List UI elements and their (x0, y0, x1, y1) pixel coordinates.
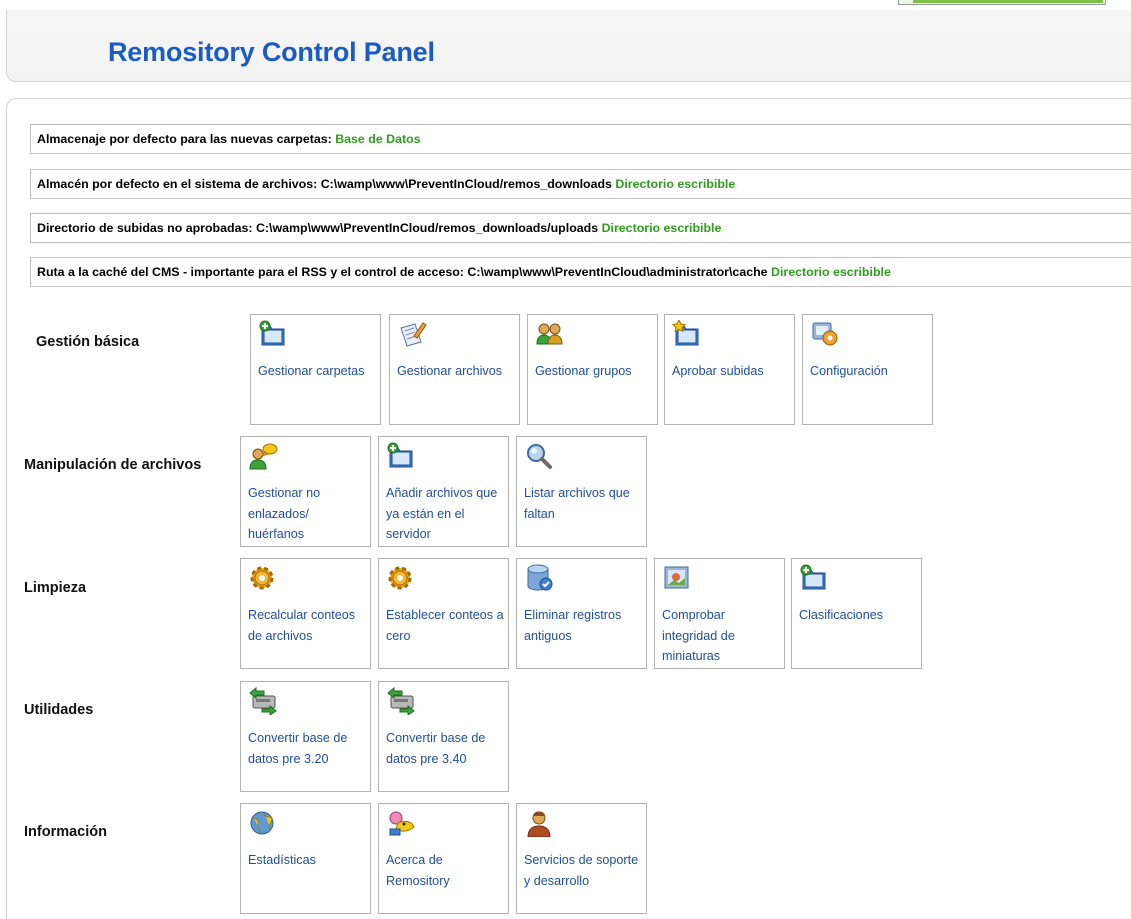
tile-label: Gestionar carpetas (258, 364, 365, 378)
tile-label: Establecer conteos a cero (386, 608, 504, 643)
folder-add-icon (387, 442, 413, 468)
gear-icon (250, 566, 274, 590)
tile-gestionar-archivos[interactable]: Gestionar archivos (389, 314, 520, 425)
document-edit-icon (400, 322, 427, 347)
info-status: Directorio escribible (615, 177, 736, 191)
tile-convertir-pre-340[interactable]: Convertir base de datos pre 3.40 (378, 681, 509, 792)
tile-eliminar-registros[interactable]: Eliminar registros antiguos (516, 558, 647, 669)
picture-icon (664, 566, 689, 589)
info-row-storage: Almacenaje por defecto para las nuevas c… (30, 124, 1131, 154)
info-label: Almacenaje por defecto para las nuevas c… (37, 132, 332, 146)
gear-icon (388, 566, 412, 590)
info-value: C:\wamp\www\PreventInCloud/remos_downloa… (255, 221, 599, 235)
convert-icon (249, 687, 277, 715)
page-title: Remository Control Panel (108, 37, 435, 67)
tile-estadisticas[interactable]: Estadísticas (240, 803, 371, 914)
tile-label: Estadísticas (248, 853, 316, 867)
globe-icon (250, 811, 274, 835)
tile-label: Convertir base de datos pre 3.40 (386, 731, 486, 766)
tile-clasificaciones[interactable]: Clasificaciones (791, 558, 922, 669)
users-icon (536, 323, 563, 345)
magnifier-icon (527, 444, 552, 469)
tile-convertir-pre-320[interactable]: Convertir base de datos pre 3.20 (240, 681, 371, 792)
tile-label: Convertir base de datos pre 3.20 (248, 731, 348, 766)
info-status: Directorio escribible (601, 221, 722, 235)
tile-label: Gestionar grupos (535, 364, 632, 378)
mascot-icon (389, 811, 415, 836)
tile-listar-archivos-faltan[interactable]: Listar archivos que faltan (516, 436, 647, 547)
info-value: C:\wamp\www\PreventInCloud\administrator… (467, 265, 768, 279)
section-label-gestion-basica: Gestión básica (36, 334, 140, 350)
info-label: Ruta a la caché del CMS - importante par… (37, 265, 464, 279)
tile-label: Gestionar no enlazados/ huérfanos (248, 486, 321, 541)
info-row-uploads: Directorio de subidas no aprobadas: C:\w… (30, 213, 1131, 243)
info-label: Directorio de subidas no aprobadas: (37, 221, 253, 235)
info-row-filesystem: Almacén por defecto en el sistema de arc… (30, 169, 1131, 199)
tile-configuracion[interactable]: Configuración (802, 314, 933, 425)
tile-comprobar-miniaturas[interactable]: Comprobar integridad de miniaturas (654, 558, 785, 669)
tile-label: Comprobar integridad de miniaturas (662, 608, 735, 663)
tile-label: Gestionar archivos (397, 364, 502, 378)
info-label: Almacén por defecto en el sistema de arc… (37, 177, 318, 191)
tile-label: Añadir archivos que ya están en el servi… (386, 486, 498, 541)
section-label-utilidades: Utilidades (24, 702, 94, 718)
section-label-limpieza: Limpieza (24, 580, 87, 596)
section-label-informacion: Información (24, 824, 107, 840)
info-value: C:\wamp\www\PreventInCloud/remos_downloa… (320, 177, 612, 191)
tile-servicios-soporte[interactable]: Servicios de soporte y desarrollo (516, 803, 647, 914)
user-chat-icon (249, 443, 278, 470)
top-toolbar-fragment (898, 0, 1106, 5)
info-row-cache: Ruta a la caché del CMS - importante par… (30, 257, 1131, 287)
tile-label: Recalcular conteos de archivos (248, 608, 356, 643)
database-icon (527, 564, 553, 591)
tile-anadir-archivos-servidor[interactable]: Añadir archivos que ya están en el servi… (378, 436, 509, 547)
info-value: Base de Datos (335, 132, 421, 146)
tile-recalcular-conteos[interactable]: Recalcular conteos de archivos (240, 558, 371, 669)
tile-label: Acerca de Remository (386, 853, 450, 888)
folder-add-icon (800, 564, 826, 590)
page-header: Remository Control Panel (6, 10, 1131, 82)
config-icon (812, 322, 838, 346)
tile-label: Servicios de soporte y desarrollo (524, 853, 639, 888)
section-label-manipulacion: Manipulación de archivos (24, 457, 202, 473)
tile-label: Eliminar registros antiguos (524, 608, 622, 643)
tile-label: Configuración (810, 364, 888, 378)
tile-label: Clasificaciones (799, 608, 883, 622)
tile-label: Aprobar subidas (672, 364, 764, 378)
tile-aprobar-subidas[interactable]: Aprobar subidas (664, 314, 795, 425)
tile-gestionar-huerfanos[interactable]: Gestionar no enlazados/ huérfanos (240, 436, 371, 547)
info-status: Directorio escribible (771, 265, 891, 279)
tile-acerca-de-remository[interactable]: Acerca de Remository (378, 803, 509, 914)
folder-add-icon (259, 320, 285, 346)
tile-gestionar-carpetas[interactable]: Gestionar carpetas (250, 314, 381, 425)
convert-icon (387, 687, 415, 715)
folder-star-icon (672, 320, 699, 346)
tile-label: Listar archivos que faltan (524, 486, 630, 521)
support-person-icon (527, 811, 551, 837)
tile-gestionar-grupos[interactable]: Gestionar grupos (527, 314, 658, 425)
tile-establecer-conteos-cero[interactable]: Establecer conteos a cero (378, 558, 509, 669)
